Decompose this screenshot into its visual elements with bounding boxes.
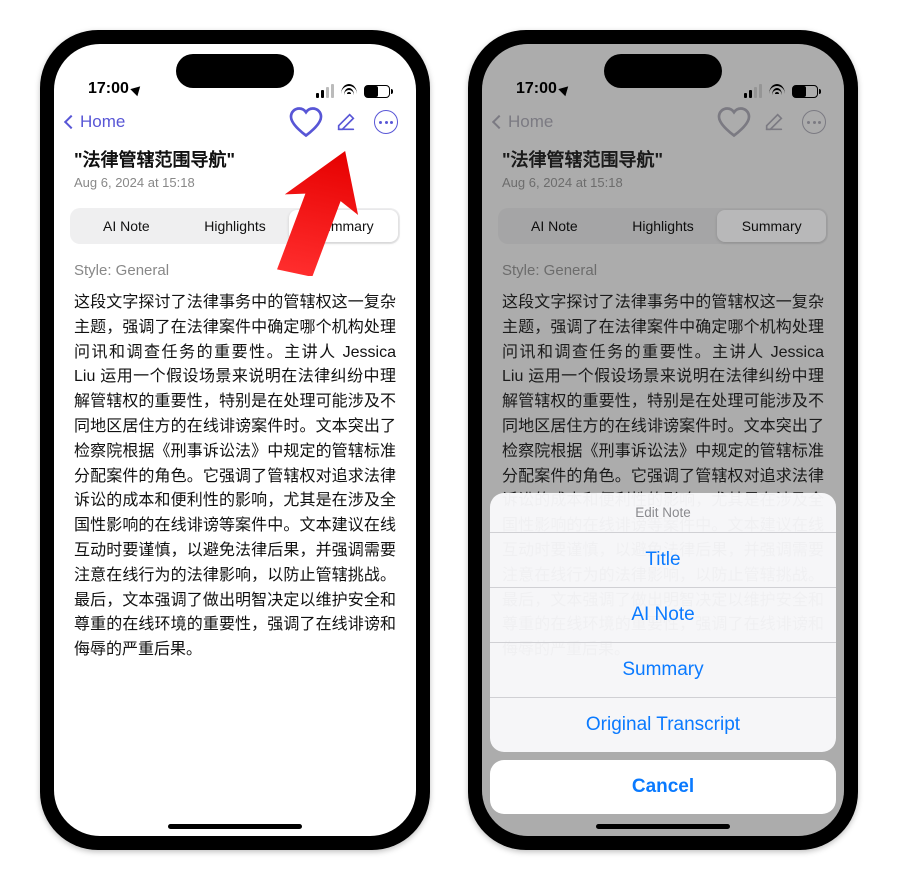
wifi-icon — [340, 84, 358, 98]
phone-right: 17:00 Home — [468, 30, 858, 850]
tab-ai-note[interactable]: AI Note — [72, 210, 181, 242]
more-button[interactable] — [368, 104, 404, 140]
action-sheet-item-summary[interactable]: Summary — [490, 643, 836, 698]
summary-body: 这段文字探讨了法律事务中的管辖权这一复杂主题，强调了在法律案件中确定哪个机构处理… — [54, 287, 416, 683]
more-icon — [374, 110, 398, 134]
style-label: Style: General — [54, 244, 416, 287]
action-sheet-header: Edit Note — [490, 493, 836, 533]
tab-highlights[interactable]: Highlights — [181, 210, 290, 242]
back-label: Home — [80, 112, 125, 132]
home-indicator — [596, 824, 730, 829]
favorite-button[interactable] — [288, 104, 324, 140]
action-sheet-cancel[interactable]: Cancel — [490, 760, 836, 814]
location-arrow-icon — [130, 82, 143, 95]
home-indicator — [168, 824, 302, 829]
cellular-signal-icon — [316, 84, 334, 98]
action-sheet-item-transcript[interactable]: Original Transcript — [490, 698, 836, 752]
phone-left: 17:00 Home — [40, 30, 430, 850]
status-time: 17:00 — [88, 80, 129, 98]
back-button[interactable]: Home — [66, 112, 125, 132]
tab-summary[interactable]: Summary — [289, 210, 398, 242]
heart-icon — [288, 104, 324, 140]
dynamic-island — [176, 54, 294, 88]
dynamic-island — [604, 54, 722, 88]
note-date: Aug 6, 2024 at 15:18 — [74, 175, 396, 190]
pencil-icon — [335, 111, 357, 133]
action-sheet: Edit Note Title AI Note Summary Original… — [490, 493, 836, 752]
segmented-control: AI Note Highlights Summary — [70, 208, 400, 244]
action-sheet-item-title[interactable]: Title — [490, 533, 836, 588]
action-sheet-item-ai-note[interactable]: AI Note — [490, 588, 836, 643]
note-title: "法律管辖范围导航" — [74, 146, 396, 172]
nav-bar: Home — [54, 100, 416, 144]
chevron-left-icon — [64, 115, 78, 129]
action-sheet-backdrop[interactable]: Edit Note Title AI Note Summary Original… — [482, 44, 844, 836]
battery-icon — [364, 85, 390, 98]
note-header: "法律管辖范围导航" Aug 6, 2024 at 15:18 — [54, 144, 416, 198]
edit-button[interactable] — [328, 104, 364, 140]
